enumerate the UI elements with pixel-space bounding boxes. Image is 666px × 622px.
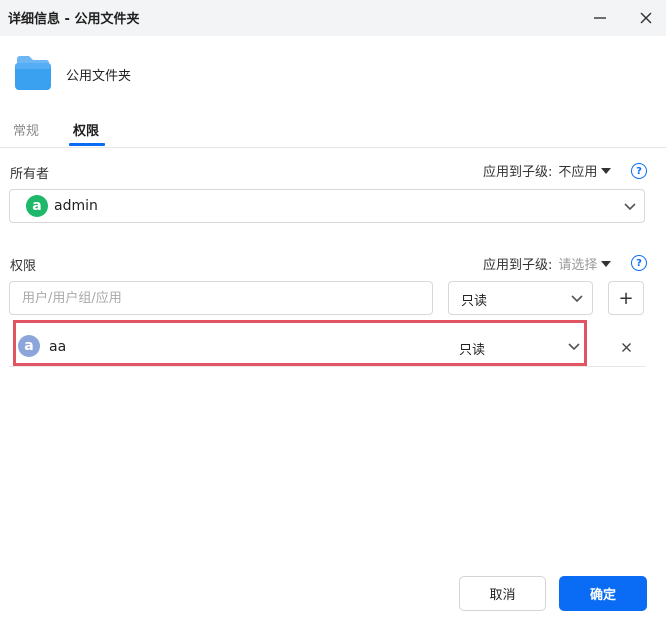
window-title: 详细信息 - 公用文件夹	[8, 12, 140, 27]
permissions-apply-value: 请选择	[558, 258, 598, 273]
owner-apply-value: 不应用	[558, 165, 598, 180]
tab-permissions[interactable]: 权限	[73, 120, 99, 139]
permission-entry-select[interactable]: 只读	[459, 339, 485, 358]
permissions-help-icon[interactable]: ?	[631, 255, 647, 271]
new-permission-value: 只读	[461, 294, 488, 309]
user-avatar: a	[18, 335, 40, 357]
chevron-down-icon	[571, 295, 583, 303]
owner-user-name: admin	[54, 198, 98, 214]
confirm-button[interactable]: 确定	[559, 576, 647, 611]
new-permission-select[interactable]: 只读	[448, 281, 593, 315]
user-search-input[interactable]	[9, 281, 433, 315]
close-icon	[640, 12, 652, 24]
minimize-icon	[594, 17, 606, 19]
folder-name: 公用文件夹	[66, 69, 132, 84]
owner-section-label: 所有者	[10, 167, 50, 182]
caret-down-icon	[601, 260, 612, 267]
chevron-down-icon	[624, 203, 636, 211]
minimize-button[interactable]	[588, 6, 612, 30]
owner-apply-to-children[interactable]: 应用到子级: 不应用	[483, 161, 612, 180]
chevron-down-icon[interactable]	[567, 342, 581, 352]
permissions-section-label: 权限	[10, 259, 37, 274]
close-button[interactable]	[634, 6, 658, 30]
owner-apply-label: 应用到子级:	[483, 165, 553, 180]
permissions-apply-label: 应用到子级:	[483, 258, 553, 273]
owner-avatar: a	[26, 195, 48, 217]
active-tab-indicator	[69, 143, 105, 146]
title-bar: 详细信息 - 公用文件夹	[0, 0, 666, 36]
highlight-box	[13, 320, 587, 366]
permissions-apply-to-children[interactable]: 应用到子级: 请选择	[483, 254, 612, 273]
tab-general[interactable]: 常规	[13, 120, 39, 139]
permission-entry-name: aa	[49, 339, 67, 355]
tab-bar: 常规 权限	[0, 112, 666, 148]
folder-icon	[15, 56, 51, 90]
cancel-button[interactable]: 取消	[459, 576, 546, 611]
add-permission-button[interactable]: +	[608, 281, 644, 315]
close-icon	[621, 342, 631, 352]
remove-entry-button[interactable]	[616, 337, 636, 357]
owner-select[interactable]: a admin	[9, 189, 645, 223]
owner-help-icon[interactable]: ?	[631, 163, 647, 179]
caret-down-icon	[601, 167, 612, 174]
